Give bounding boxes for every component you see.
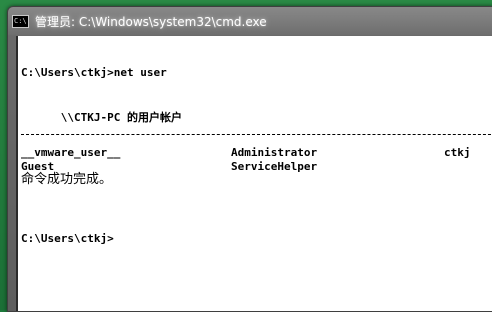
result-message: 命令成功完成。 bbox=[21, 172, 113, 187]
cmd-window[interactable]: C:\ 管理员: C:\Windows\system32\cmd.exe C:\… bbox=[7, 6, 492, 312]
command-line: C:\Users\ctkj>net user bbox=[21, 66, 167, 79]
console-output[interactable]: C:\Users\ctkj>net user \\CTKJ-PC 的用户帐户 _… bbox=[16, 36, 492, 311]
account-cell: __vmware_user__ bbox=[21, 146, 121, 159]
accounts-header-text: \\CTKJ-PC 的用户帐户 bbox=[60, 111, 182, 124]
account-cell: ServiceHelper bbox=[231, 160, 318, 173]
account-cell: Administrator bbox=[231, 146, 318, 159]
prompt-line: C:\Users\ctkj> bbox=[21, 232, 114, 245]
cmd-icon-glyph: C:\ bbox=[14, 16, 27, 25]
separator-line bbox=[21, 134, 492, 136]
account-cell: ctkj bbox=[444, 146, 471, 159]
cmd-icon[interactable]: C:\ bbox=[12, 14, 29, 28]
title-bar[interactable]: C:\ 管理员: C:\Windows\system32\cmd.exe bbox=[8, 7, 492, 35]
window-title: 管理员: C:\Windows\system32\cmd.exe bbox=[35, 14, 267, 29]
accounts-header: \\CTKJ-PC 的用户帐户 bbox=[21, 98, 182, 137]
